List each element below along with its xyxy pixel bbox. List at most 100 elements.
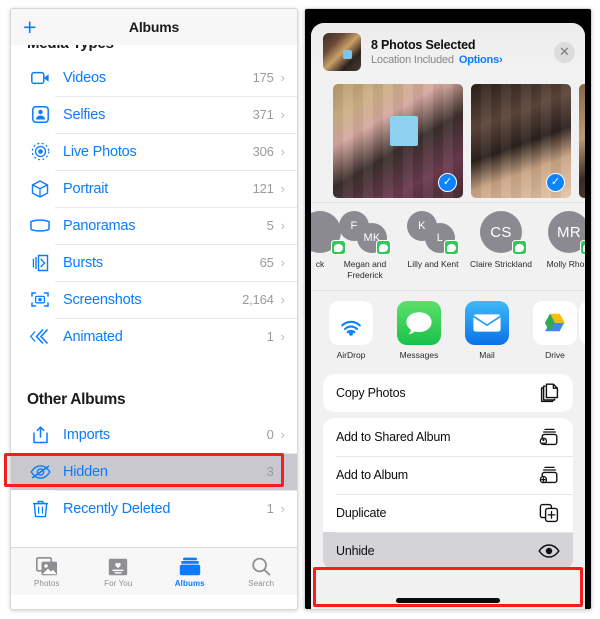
album-row-animated[interactable]: Animated 1 › — [11, 318, 297, 355]
action-unhide[interactable]: Unhide — [323, 532, 573, 571]
photo-thumbnail[interactable] — [579, 84, 585, 198]
notes-icon — [579, 301, 585, 346]
action-label: Copy Photos — [336, 386, 406, 401]
avatar: K L — [405, 211, 461, 255]
share-sheet-header-text: 8 Photos Selected Location Included Opti… — [371, 38, 554, 66]
contact-item[interactable]: K L Lilly and Kent — [399, 211, 467, 270]
copy-icon — [538, 382, 560, 404]
album-count: 5 — [266, 218, 274, 233]
album-label: Hidden — [63, 463, 108, 480]
burst-icon — [27, 251, 53, 275]
home-indicator — [396, 598, 500, 603]
share-sheet-header: 8 Photos Selected Location Included Opti… — [311, 23, 585, 80]
chevron-right-icon: › — [280, 501, 285, 516]
location-included-label: Location Included — [371, 54, 454, 66]
album-count: 2,164 — [242, 292, 274, 307]
drive-icon — [533, 301, 577, 346]
media-types-section-header-clipped: Media Types — [11, 45, 297, 59]
album-row-portrait[interactable]: Portrait 121 › — [11, 170, 297, 207]
airdrop-icon — [329, 301, 373, 346]
album-row-hidden[interactable]: Hidden 3 › — [11, 453, 297, 490]
album-label: Panoramas — [63, 217, 136, 234]
selected-photos-strip[interactable]: ✓ ✓ — [311, 80, 585, 202]
messages-badge-icon — [512, 240, 527, 255]
album-count: 121 — [252, 181, 274, 196]
share-app-drive[interactable]: Drive — [521, 301, 585, 360]
share-app-airdrop[interactable]: AirDrop — [317, 301, 385, 360]
contact-item[interactable]: MR Molly Rhom — [535, 211, 585, 270]
messages-badge-icon — [580, 240, 585, 255]
contact-name: Megan and Frederick — [343, 259, 387, 280]
action-add-to-album[interactable]: Add to Album — [323, 456, 573, 494]
selection-title: 8 Photos Selected — [371, 38, 476, 52]
chevron-right-icon: › — [280, 70, 285, 85]
album-row-selfies[interactable]: Selfies 371 › — [11, 96, 297, 133]
action-copy-photos[interactable]: Copy Photos — [323, 374, 573, 412]
album-label: Live Photos — [63, 143, 137, 160]
animated-icon — [27, 325, 53, 349]
share-apps-row[interactable]: AirDrop Messages Mail Drive — [311, 290, 585, 369]
action-label: Unhide — [336, 544, 375, 559]
tab-for-you[interactable]: For You — [83, 556, 155, 588]
contacts-row[interactable]: ck F MK Megan and Frederick K L Lilly an… — [311, 202, 585, 291]
mail-icon — [465, 301, 509, 346]
chevron-right-icon: › — [280, 218, 285, 233]
tab-albums[interactable]: Albums — [154, 556, 226, 588]
action-label: Add to Album — [336, 468, 408, 483]
selection-thumbnail — [323, 33, 361, 71]
trash-icon — [27, 497, 53, 521]
photo-thumbnail[interactable]: ✓ — [471, 84, 571, 198]
close-icon[interactable]: ✕ — [554, 41, 575, 63]
page-title: Albums — [128, 19, 180, 35]
unhide-eye-icon — [538, 540, 560, 562]
tab-search[interactable]: Search — [226, 556, 298, 588]
album-label: Screenshots — [63, 291, 142, 308]
album-row-bursts[interactable]: Bursts 65 › — [11, 244, 297, 281]
album-count: 1 — [266, 329, 274, 344]
contact-name: Molly Rhom — [546, 259, 585, 269]
selection-subtitle-row: Location Included Options› — [371, 54, 554, 66]
share-app-label: Drive — [545, 350, 565, 361]
photo-selected-check-icon: ✓ — [438, 173, 457, 192]
photos-albums-panel: + Albums Media Types Videos 175 › Selfie… — [10, 8, 298, 610]
media-types-label: Media Types — [27, 45, 297, 52]
album-row-live-photos[interactable]: Live Photos 306 › — [11, 133, 297, 170]
photo-thumbnail[interactable]: ✓ — [333, 84, 463, 198]
search-icon — [251, 556, 271, 576]
contact-name: Lilly and Kent — [407, 259, 459, 269]
album-row-panoramas[interactable]: Panoramas 5 › — [11, 207, 297, 244]
album-row-imports[interactable]: Imports 0 › — [11, 416, 297, 453]
album-count: 65 — [259, 255, 274, 270]
albums-icon — [179, 556, 201, 576]
album-label: Selfies — [63, 106, 106, 123]
portrait-icon — [27, 177, 53, 201]
contact-name: Claire Strickland — [470, 259, 532, 269]
other-albums-list: Imports 0 › Hidden 3 › Recently Deleted … — [11, 416, 297, 527]
selfie-icon — [27, 103, 53, 127]
bottom-tab-bar: Photos For You Albums Search — [11, 547, 297, 595]
chevron-right-icon: › — [280, 292, 285, 307]
action-label: Add to Shared Album — [336, 430, 451, 445]
share-sheet: 8 Photos Selected Location Included Opti… — [311, 23, 585, 609]
action-duplicate[interactable]: Duplicate — [323, 494, 573, 532]
list-gap — [11, 355, 297, 379]
screenshot-root: + Albums Media Types Videos 175 › Selfie… — [0, 0, 600, 619]
tab-photos[interactable]: Photos — [11, 556, 83, 588]
album-count: 1 — [266, 501, 274, 516]
media-types-list: Videos 175 › Selfies 371 › Live Photos 3… — [11, 59, 297, 355]
options-link[interactable]: Options› — [459, 54, 503, 66]
album-row-screenshots[interactable]: Screenshots 2,164 › — [11, 281, 297, 318]
album-row-videos[interactable]: Videos 175 › — [11, 59, 297, 96]
album-row-recently-deleted[interactable]: Recently Deleted 1 › — [11, 490, 297, 527]
photo-selected-check-icon: ✓ — [546, 173, 565, 192]
action-add-to-shared-album[interactable]: Add to Shared Album — [323, 418, 573, 456]
contact-item[interactable]: F MK Megan and Frederick — [331, 211, 399, 280]
contact-item[interactable]: ck — [311, 211, 346, 270]
share-app-mail[interactable]: Mail — [453, 301, 521, 360]
share-app-messages[interactable]: Messages — [385, 301, 453, 360]
album-label: Animated — [63, 328, 123, 345]
other-albums-section-title: Other Albums — [27, 391, 126, 408]
share-actions-group-secondary: Add to Shared Album Add to Album Duplica… — [323, 418, 573, 571]
contact-item[interactable]: CS Claire Strickland — [467, 211, 535, 270]
duplicate-icon — [538, 502, 560, 524]
